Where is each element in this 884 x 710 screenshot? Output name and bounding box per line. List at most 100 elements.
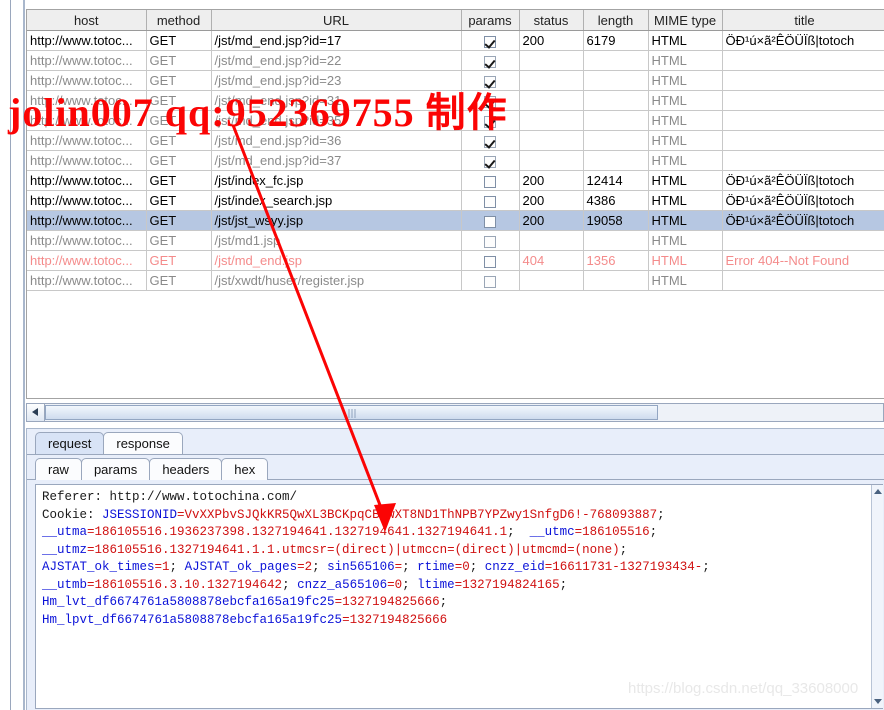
scroll-down-arrow-icon[interactable] [874, 699, 882, 704]
checkbox-checked-icon[interactable] [484, 155, 496, 168]
cell-params[interactable] [461, 230, 520, 251]
http-history-table[interactable]: host method URL params status length MIM… [26, 9, 884, 399]
cell-params[interactable] [461, 190, 520, 211]
cell-mime-type: HTML [648, 70, 723, 91]
column-header-params[interactable]: params [461, 10, 520, 31]
cell-params[interactable] [461, 70, 520, 91]
column-header-host[interactable]: host [27, 10, 147, 31]
table-row[interactable]: http://www.totoc... GET/jst/md_end.jsp?id… [27, 70, 884, 91]
raw-request-viewer[interactable]: Referer: http://www.totochina.com/Cookie… [35, 484, 883, 709]
cell-params[interactable] [461, 170, 520, 191]
tab-raw[interactable]: raw [35, 458, 82, 480]
cell-params[interactable] [461, 250, 520, 271]
checkbox-unchecked-icon[interactable] [484, 235, 496, 248]
table-row[interactable]: http://www.totoc... GET/jst/md_end.jsp?id… [27, 110, 884, 131]
column-header-method[interactable]: method [146, 10, 212, 31]
checkbox-checked-icon[interactable] [484, 55, 496, 68]
cell-method: GET [146, 150, 212, 171]
cell-url: /jst/index_fc.jsp [211, 170, 462, 191]
column-header-title[interactable]: title [722, 10, 884, 31]
message-tabs[interactable]: request response [27, 429, 884, 454]
table-row[interactable]: http://www.totoc... GET/jst/md_end.jsp?id… [27, 150, 884, 171]
cell-host: http://www.totoc... [27, 30, 147, 51]
tab-params[interactable]: params [80, 458, 151, 480]
cell-params[interactable] [461, 150, 520, 171]
checkbox-unchecked-icon[interactable] [484, 215, 496, 228]
checkbox-unchecked-icon[interactable] [484, 275, 496, 288]
checkbox-unchecked-icon[interactable] [484, 255, 496, 268]
request-vertical-scrollbar[interactable] [871, 485, 883, 708]
cell-params[interactable] [461, 90, 520, 111]
cell-host: http://www.totoc... [27, 130, 147, 151]
cell-url: /jst/md_end.jsp?id=23 [211, 70, 462, 91]
cell-status [519, 90, 584, 111]
request-segment: =186105516.1327194641.1.1.utmcsr=(direct… [87, 542, 620, 557]
cell-title [722, 90, 884, 111]
cell-mime-type: HTML [648, 190, 723, 211]
table-row[interactable]: http://www.totoc... GET/jst/md_end.jsp?id… [27, 50, 884, 71]
table-row[interactable]: http://www.totoc... GET/jst/md_end.jsp?id… [27, 90, 884, 111]
request-segment: =16611731-1327193434- [544, 560, 703, 574]
column-header-url[interactable]: URL [211, 10, 462, 31]
cell-status [519, 230, 584, 251]
tab-request[interactable]: request [35, 432, 105, 454]
column-header-mime-type[interactable]: MIME type [648, 10, 723, 31]
checkbox-checked-icon[interactable] [484, 95, 496, 108]
scroll-left-arrow-icon[interactable] [27, 404, 45, 421]
cell-method: GET [146, 90, 212, 111]
scrollbar-track[interactable] [45, 404, 883, 421]
cell-status [519, 150, 584, 171]
request-segment: cnzz_eid [484, 560, 545, 574]
checkbox-unchecked-icon[interactable] [484, 195, 496, 208]
table-row[interactable]: http://www.totoc... GET/jst/index_fc.jsp 2… [27, 170, 884, 191]
table-row[interactable]: http://www.totoc... GET/jst/index_search.… [27, 190, 884, 211]
tab-hex[interactable]: hex [221, 458, 269, 480]
checkbox-checked-icon[interactable] [484, 115, 496, 128]
request-segment: =186105516 [574, 525, 650, 539]
table-row[interactable]: http://www.totoc... GET/jst/md_end.jsp?id… [27, 30, 884, 51]
scrollbar-grip-icon [348, 409, 355, 418]
cell-length [583, 70, 649, 91]
scroll-up-arrow-icon[interactable] [874, 489, 882, 494]
cell-params[interactable] [461, 50, 520, 71]
request-line: Hm_lpvt_df6674761a5808878ebcfa165a19fc25… [42, 612, 877, 630]
cell-host: http://www.totoc... [27, 230, 147, 251]
cell-title [722, 130, 884, 151]
table-row[interactable]: http://www.totoc... GET/jst/md_end.jsp 404… [27, 250, 884, 271]
tab-response[interactable]: response [103, 432, 183, 454]
cell-title: ÖÐ¹ú×ã²ÊÖÜÏß|totoch [722, 190, 884, 211]
table-row[interactable]: http://www.totoc... GET/jst/xwdt/huser/re… [27, 270, 884, 291]
checkbox-checked-icon[interactable] [484, 135, 496, 148]
column-header-length[interactable]: length [583, 10, 649, 31]
cell-method: GET [146, 170, 212, 191]
cell-host: http://www.totoc... [27, 190, 147, 211]
cell-params[interactable] [461, 270, 520, 291]
request-segment: __utma [42, 525, 88, 539]
cell-status: 200 [519, 210, 584, 231]
checkbox-checked-icon[interactable] [484, 75, 496, 88]
table-row[interactable]: http://www.totoc... GET/jst/jst_wsyy.jsp 2… [27, 210, 884, 231]
message-view-tabs[interactable]: raw params headers hex [27, 455, 884, 480]
request-segment: JSESSIONID [102, 507, 178, 522]
cell-params[interactable] [461, 30, 520, 51]
cell-host: http://www.totoc... [27, 210, 147, 231]
table-row[interactable]: http://www.totoc... GET/jst/md_end.jsp?id… [27, 130, 884, 151]
scrollbar-thumb[interactable] [45, 405, 658, 420]
cell-params[interactable] [461, 130, 520, 151]
tab-headers[interactable]: headers [149, 458, 223, 480]
cell-title [722, 110, 884, 131]
cell-params[interactable] [461, 210, 520, 231]
cell-method: GET [146, 210, 212, 231]
table-row[interactable]: http://www.totoc... GET/jst/md1.jsp HTML [27, 230, 884, 251]
table-header-row: host method URL params status length MIM… [27, 10, 884, 31]
table-horizontal-scrollbar[interactable] [26, 403, 884, 422]
cell-params[interactable] [461, 110, 520, 131]
cell-status [519, 270, 584, 291]
cell-method: GET [146, 270, 212, 291]
checkbox-unchecked-icon[interactable] [484, 175, 496, 188]
request-segment: AJSTAT_ok_times [42, 560, 155, 574]
request-text[interactable]: Referer: http://www.totochina.com/Cookie… [36, 485, 883, 633]
request-segment: ; [402, 577, 418, 592]
checkbox-checked-icon[interactable] [484, 35, 496, 48]
column-header-status[interactable]: status [519, 10, 584, 31]
